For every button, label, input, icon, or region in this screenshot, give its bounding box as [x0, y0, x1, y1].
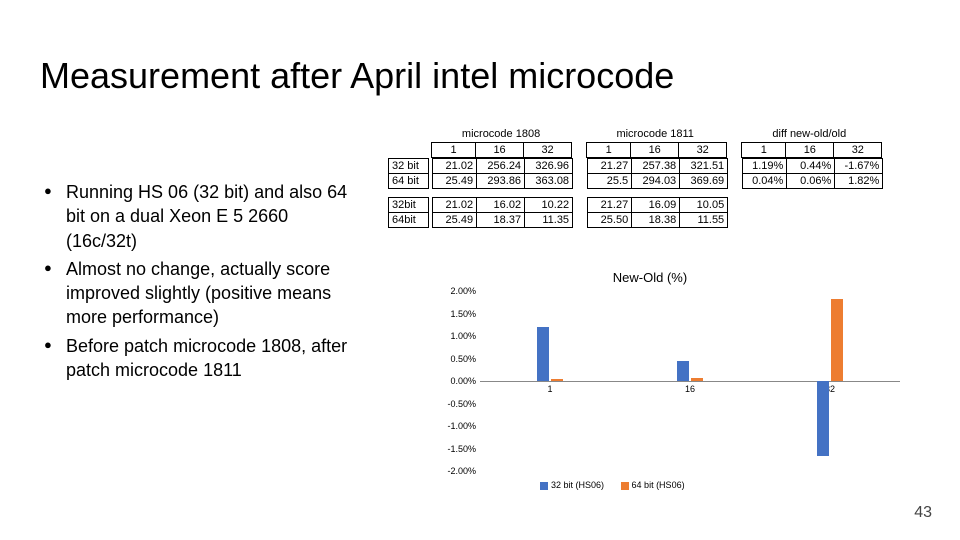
legend-swatch-icon — [540, 482, 548, 490]
legend-item: 64 bit (HS06) — [621, 480, 685, 490]
list-item: Almost no change, actually score improve… — [44, 257, 364, 330]
list-item: Running HS 06 (32 bit) and also 64 bit o… — [44, 180, 364, 253]
page-title: Measurement after April intel microcode — [40, 55, 674, 97]
list-item: Before patch microcode 1808, after patch… — [44, 334, 364, 383]
legend-swatch-icon — [621, 482, 629, 490]
legend-item: 32 bit (HS06) — [540, 480, 604, 490]
chart-legend: 32 bit (HS06) 64 bit (HS06) — [540, 480, 699, 490]
chart-title: New-Old (%) — [440, 270, 860, 285]
bullet-list: Running HS 06 (32 bit) and also 64 bit o… — [44, 180, 364, 386]
chart-plot-area: -2.00%-1.50%-1.00%-0.50%0.00%0.50%1.00%1… — [480, 291, 900, 471]
page-number: 43 — [914, 504, 932, 522]
chart: New-Old (%) -2.00%-1.50%-1.00%-0.50%0.00… — [440, 270, 900, 471]
data-tables: microcode 1808 microcode 1811 diff new-o… — [388, 128, 883, 228]
